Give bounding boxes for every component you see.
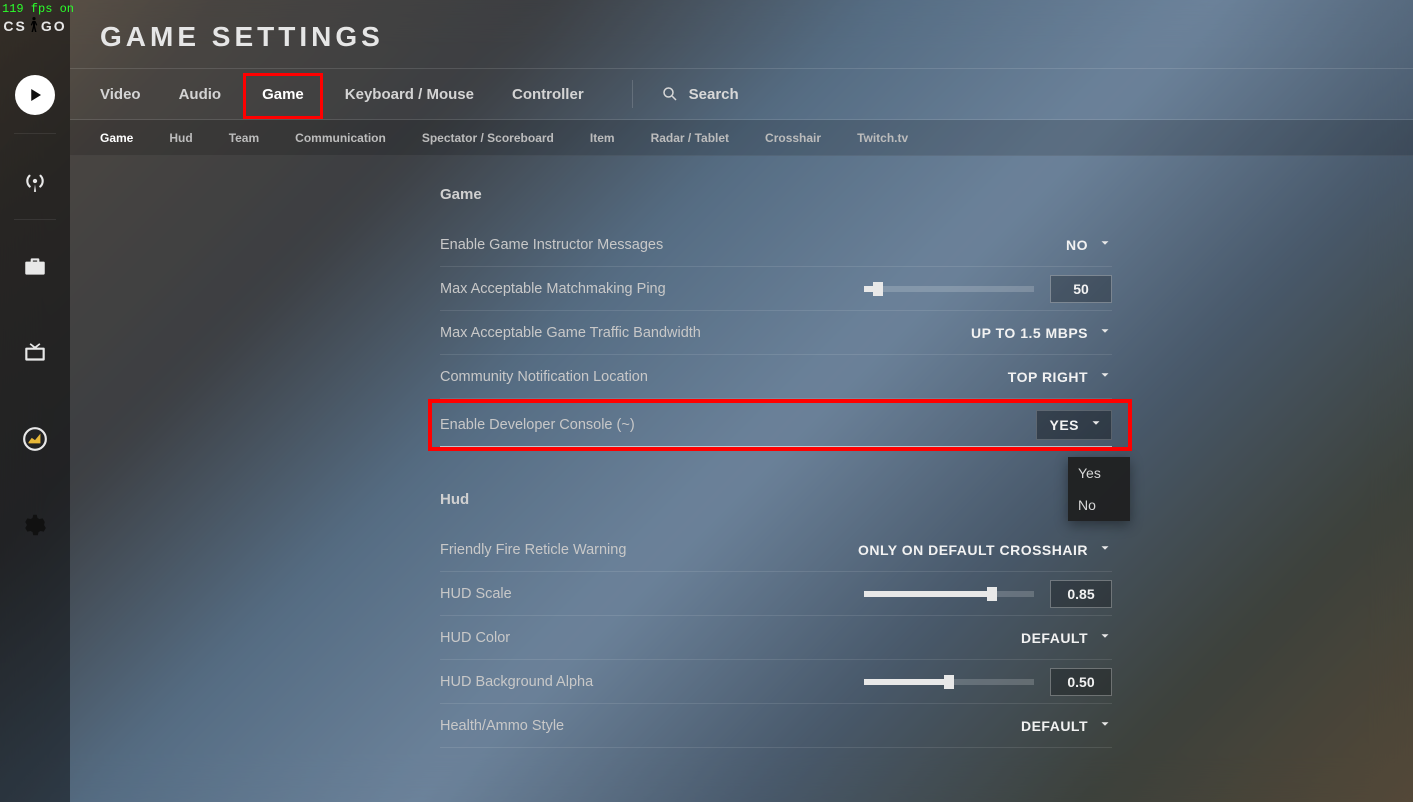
chevron-down-icon [1098, 236, 1112, 254]
subtab-spectator[interactable]: Spectator / Scoreboard [422, 131, 554, 145]
main: GAME SETTINGS Video Audio Game Keyboard … [70, 0, 1413, 802]
logo: CS GO [3, 16, 66, 36]
briefcase-icon [22, 254, 48, 280]
label-instructor: Enable Game Instructor Messages [440, 237, 663, 253]
subtab-team[interactable]: Team [229, 131, 259, 145]
option-no[interactable]: No [1068, 489, 1130, 521]
tab-video[interactable]: Video [100, 86, 141, 103]
chevron-down-icon [1089, 416, 1103, 434]
label-ping: Max Acceptable Matchmaking Ping [440, 281, 666, 297]
value-hudbgalpha[interactable]: 0.50 [1050, 668, 1112, 696]
sidebar: CS GO [0, 0, 70, 802]
label-bandwidth: Max Acceptable Game Traffic Bandwidth [440, 325, 701, 341]
value-hudscale[interactable]: 0.85 [1050, 580, 1112, 608]
row-devconsole: Enable Developer Console (~) YES [440, 403, 1112, 447]
dropdown-ffwarn[interactable]: ONLY ON DEFAULT CROSSHAIR [858, 541, 1112, 559]
control-hudbgalpha: 0.50 [864, 668, 1112, 696]
section-title-game: Game [440, 186, 1112, 203]
value-bandwidth: UP TO 1.5 MBPS [971, 325, 1088, 341]
tab-audio[interactable]: Audio [179, 86, 222, 103]
subtab-twitch[interactable]: Twitch.tv [857, 131, 908, 145]
control-ping: 50 [864, 275, 1112, 303]
row-instructor: Enable Game Instructor Messages NO [440, 223, 1112, 267]
broadcast-button[interactable] [0, 142, 70, 220]
row-hudbgalpha: HUD Background Alpha 0.50 [440, 660, 1112, 704]
value-devconsole: YES [1049, 417, 1079, 433]
value-health: DEFAULT [1021, 718, 1088, 734]
label-devconsole: Enable Developer Console (~) [440, 417, 635, 433]
dropdown-notif[interactable]: TOP RIGHT [1008, 368, 1112, 386]
label-health: Health/Ammo Style [440, 718, 564, 734]
search-placeholder: Search [689, 86, 739, 103]
chevron-down-icon [1098, 324, 1112, 342]
label-hudscale: HUD Scale [440, 586, 512, 602]
highlight-devconsole: Enable Developer Console (~) YES [428, 399, 1132, 451]
subtab-item[interactable]: Item [590, 131, 615, 145]
title-row: GAME SETTINGS [70, 6, 1413, 68]
settings-content: Game Enable Game Instructor Messages NO … [70, 156, 1413, 802]
main-tabs: Video Audio Game Keyboard / Mouse Contro… [70, 68, 1413, 120]
tab-game[interactable]: Game [243, 73, 323, 119]
row-hudcolor: HUD Color DEFAULT [440, 616, 1112, 660]
chevron-down-icon [1098, 717, 1112, 735]
gear-icon [22, 512, 48, 538]
slider-hudscale[interactable] [864, 591, 1034, 597]
label-notif: Community Notification Location [440, 369, 648, 385]
inventory-button[interactable] [0, 228, 70, 306]
stats-icon [22, 426, 48, 452]
dropdown-instructor[interactable]: NO [1066, 236, 1112, 254]
dropdown-bandwidth[interactable]: UP TO 1.5 MBPS [971, 324, 1112, 342]
search-icon [661, 85, 679, 103]
stats-button[interactable] [0, 400, 70, 478]
sub-tabs: Game Hud Team Communication Spectator / … [70, 120, 1413, 156]
row-ping: Max Acceptable Matchmaking Ping 50 [440, 267, 1112, 311]
dropdown-menu-devconsole: Yes No [1068, 457, 1130, 521]
option-yes[interactable]: Yes [1068, 457, 1130, 489]
row-notif: Community Notification Location TOP RIGH… [440, 355, 1112, 399]
chevron-down-icon [1098, 541, 1112, 559]
section-title-hud: Hud [440, 491, 1112, 508]
control-hudscale: 0.85 [864, 580, 1112, 608]
logo-soldier-icon [27, 16, 41, 36]
settings-panel: Game Enable Game Instructor Messages NO … [440, 186, 1112, 748]
value-notif: TOP RIGHT [1008, 369, 1088, 385]
row-hudscale: HUD Scale 0.85 [440, 572, 1112, 616]
settings-button[interactable] [0, 486, 70, 564]
slider-hudbgalpha[interactable] [864, 679, 1034, 685]
value-ping[interactable]: 50 [1050, 275, 1112, 303]
broadcast-icon [22, 168, 48, 194]
watch-button[interactable] [0, 314, 70, 392]
play-button[interactable] [0, 56, 70, 134]
tab-keyboard-mouse[interactable]: Keyboard / Mouse [345, 86, 474, 103]
subtab-crosshair[interactable]: Crosshair [765, 131, 821, 145]
tab-controller[interactable]: Controller [512, 86, 584, 103]
play-icon [15, 75, 55, 115]
row-health: Health/Ammo Style DEFAULT [440, 704, 1112, 748]
subtab-radar[interactable]: Radar / Tablet [651, 131, 729, 145]
tv-icon [22, 340, 48, 366]
chevron-down-icon [1098, 629, 1112, 647]
page-title: GAME SETTINGS [100, 21, 384, 53]
row-ffwarn: Friendly Fire Reticle Warning ONLY ON DE… [440, 528, 1112, 572]
dropdown-health[interactable]: DEFAULT [1021, 717, 1112, 735]
label-ffwarn: Friendly Fire Reticle Warning [440, 542, 626, 558]
search-input[interactable]: Search [632, 80, 739, 108]
row-bandwidth: Max Acceptable Game Traffic Bandwidth UP… [440, 311, 1112, 355]
value-instructor: NO [1066, 237, 1088, 253]
subtab-game[interactable]: Game [100, 131, 133, 145]
subtab-communication[interactable]: Communication [295, 131, 386, 145]
slider-ping[interactable] [864, 286, 1034, 292]
logo-text-right: GO [41, 18, 67, 34]
value-hudcolor: DEFAULT [1021, 630, 1088, 646]
value-ffwarn: ONLY ON DEFAULT CROSSHAIR [858, 542, 1088, 558]
chevron-down-icon [1098, 368, 1112, 386]
label-hudcolor: HUD Color [440, 630, 510, 646]
label-hudbgalpha: HUD Background Alpha [440, 674, 593, 690]
dropdown-hudcolor[interactable]: DEFAULT [1021, 629, 1112, 647]
fps-overlay: 119 fps on [2, 2, 74, 16]
dropdown-devconsole[interactable]: YES [1036, 410, 1112, 440]
subtab-hud[interactable]: Hud [169, 131, 192, 145]
logo-text-left: CS [3, 18, 26, 34]
